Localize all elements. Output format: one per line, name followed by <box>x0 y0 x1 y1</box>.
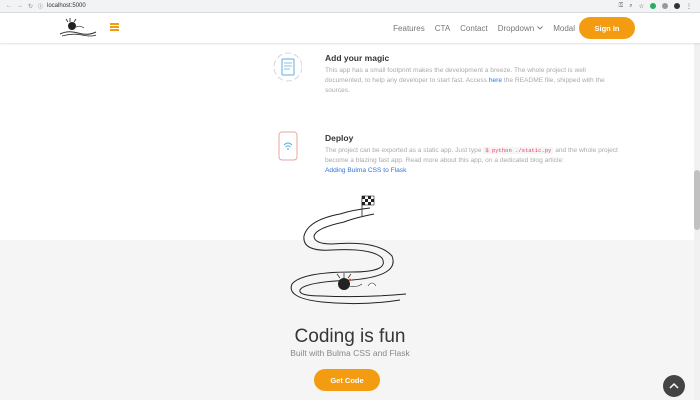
profile-avatar[interactable] <box>674 3 680 9</box>
address-bar[interactable]: localhost:5000 <box>47 3 86 9</box>
logo[interactable] <box>58 18 98 38</box>
reload-icon[interactable]: ↻ <box>28 3 33 10</box>
hamburger-menu-icon[interactable] <box>110 23 119 31</box>
browser-toolbar: ← → ↻ ⓘ localhost:5000 ⚿ ⌕ ☆ ⋮ <box>0 0 700 13</box>
scroll-to-top-button[interactable] <box>663 375 685 397</box>
key-icon[interactable]: ⚿ <box>619 3 624 10</box>
lock-icon: ⓘ <box>38 3 44 10</box>
feature-title: Add your magic <box>325 53 390 63</box>
extension-icon[interactable] <box>650 3 656 9</box>
zoom-icon[interactable]: ⌕ <box>629 3 632 10</box>
nav-menu: Features CTA Contact Dropdown Modal <box>393 13 575 43</box>
feature-text: Add your magic This app has a small foot… <box>325 53 625 96</box>
document-icon <box>273 52 302 82</box>
blog-article-link[interactable]: Adding Bulma CSS to Flask <box>325 167 406 174</box>
navbar: Features CTA Contact Dropdown Modal Sign… <box>0 13 700 43</box>
hero-title: Coding is fun <box>294 326 406 347</box>
tablet-wifi-icon <box>278 131 298 161</box>
nav-item-features[interactable]: Features <box>393 24 425 33</box>
feature-body: This app has a small footprint makes the… <box>325 66 625 96</box>
browser-nav: ← → ↻ <box>0 3 38 10</box>
more-icon[interactable]: ⋮ <box>686 3 692 10</box>
hero-subtitle: Built with Bulma CSS and Flask <box>290 348 410 358</box>
feature-body: The project can be exported as a static … <box>325 146 625 176</box>
feature-body-text: The project can be exported as a static … <box>325 147 484 154</box>
forward-icon[interactable]: → <box>17 3 23 10</box>
road-illustration <box>290 195 407 305</box>
dropdown-label: Dropdown <box>497 23 535 33</box>
star-icon[interactable]: ☆ <box>639 3 644 10</box>
browser-actions: ⚿ ⌕ ☆ ⋮ <box>619 3 700 10</box>
code-snippet: $ python ./static.py <box>483 147 554 154</box>
nav-item-cta[interactable]: CTA <box>435 24 450 33</box>
arrow-up-icon <box>669 382 679 389</box>
extension-icon-2[interactable] <box>662 3 668 9</box>
scrollbar-thumb[interactable] <box>694 170 700 230</box>
feature-text: Deploy The project can be exported as a … <box>325 133 625 176</box>
get-code-button[interactable]: Get Code <box>314 369 380 391</box>
readme-link[interactable]: here <box>489 77 502 84</box>
nav-item-modal[interactable]: Modal <box>553 24 575 33</box>
feature-title: Deploy <box>325 133 354 143</box>
nav-item-dropdown[interactable]: Dropdown <box>497 23 544 33</box>
sign-in-button[interactable]: Sign In <box>579 17 635 39</box>
back-icon[interactable]: ← <box>6 3 12 10</box>
nav-item-contact[interactable]: Contact <box>460 24 488 33</box>
chevron-down-icon <box>537 26 544 30</box>
